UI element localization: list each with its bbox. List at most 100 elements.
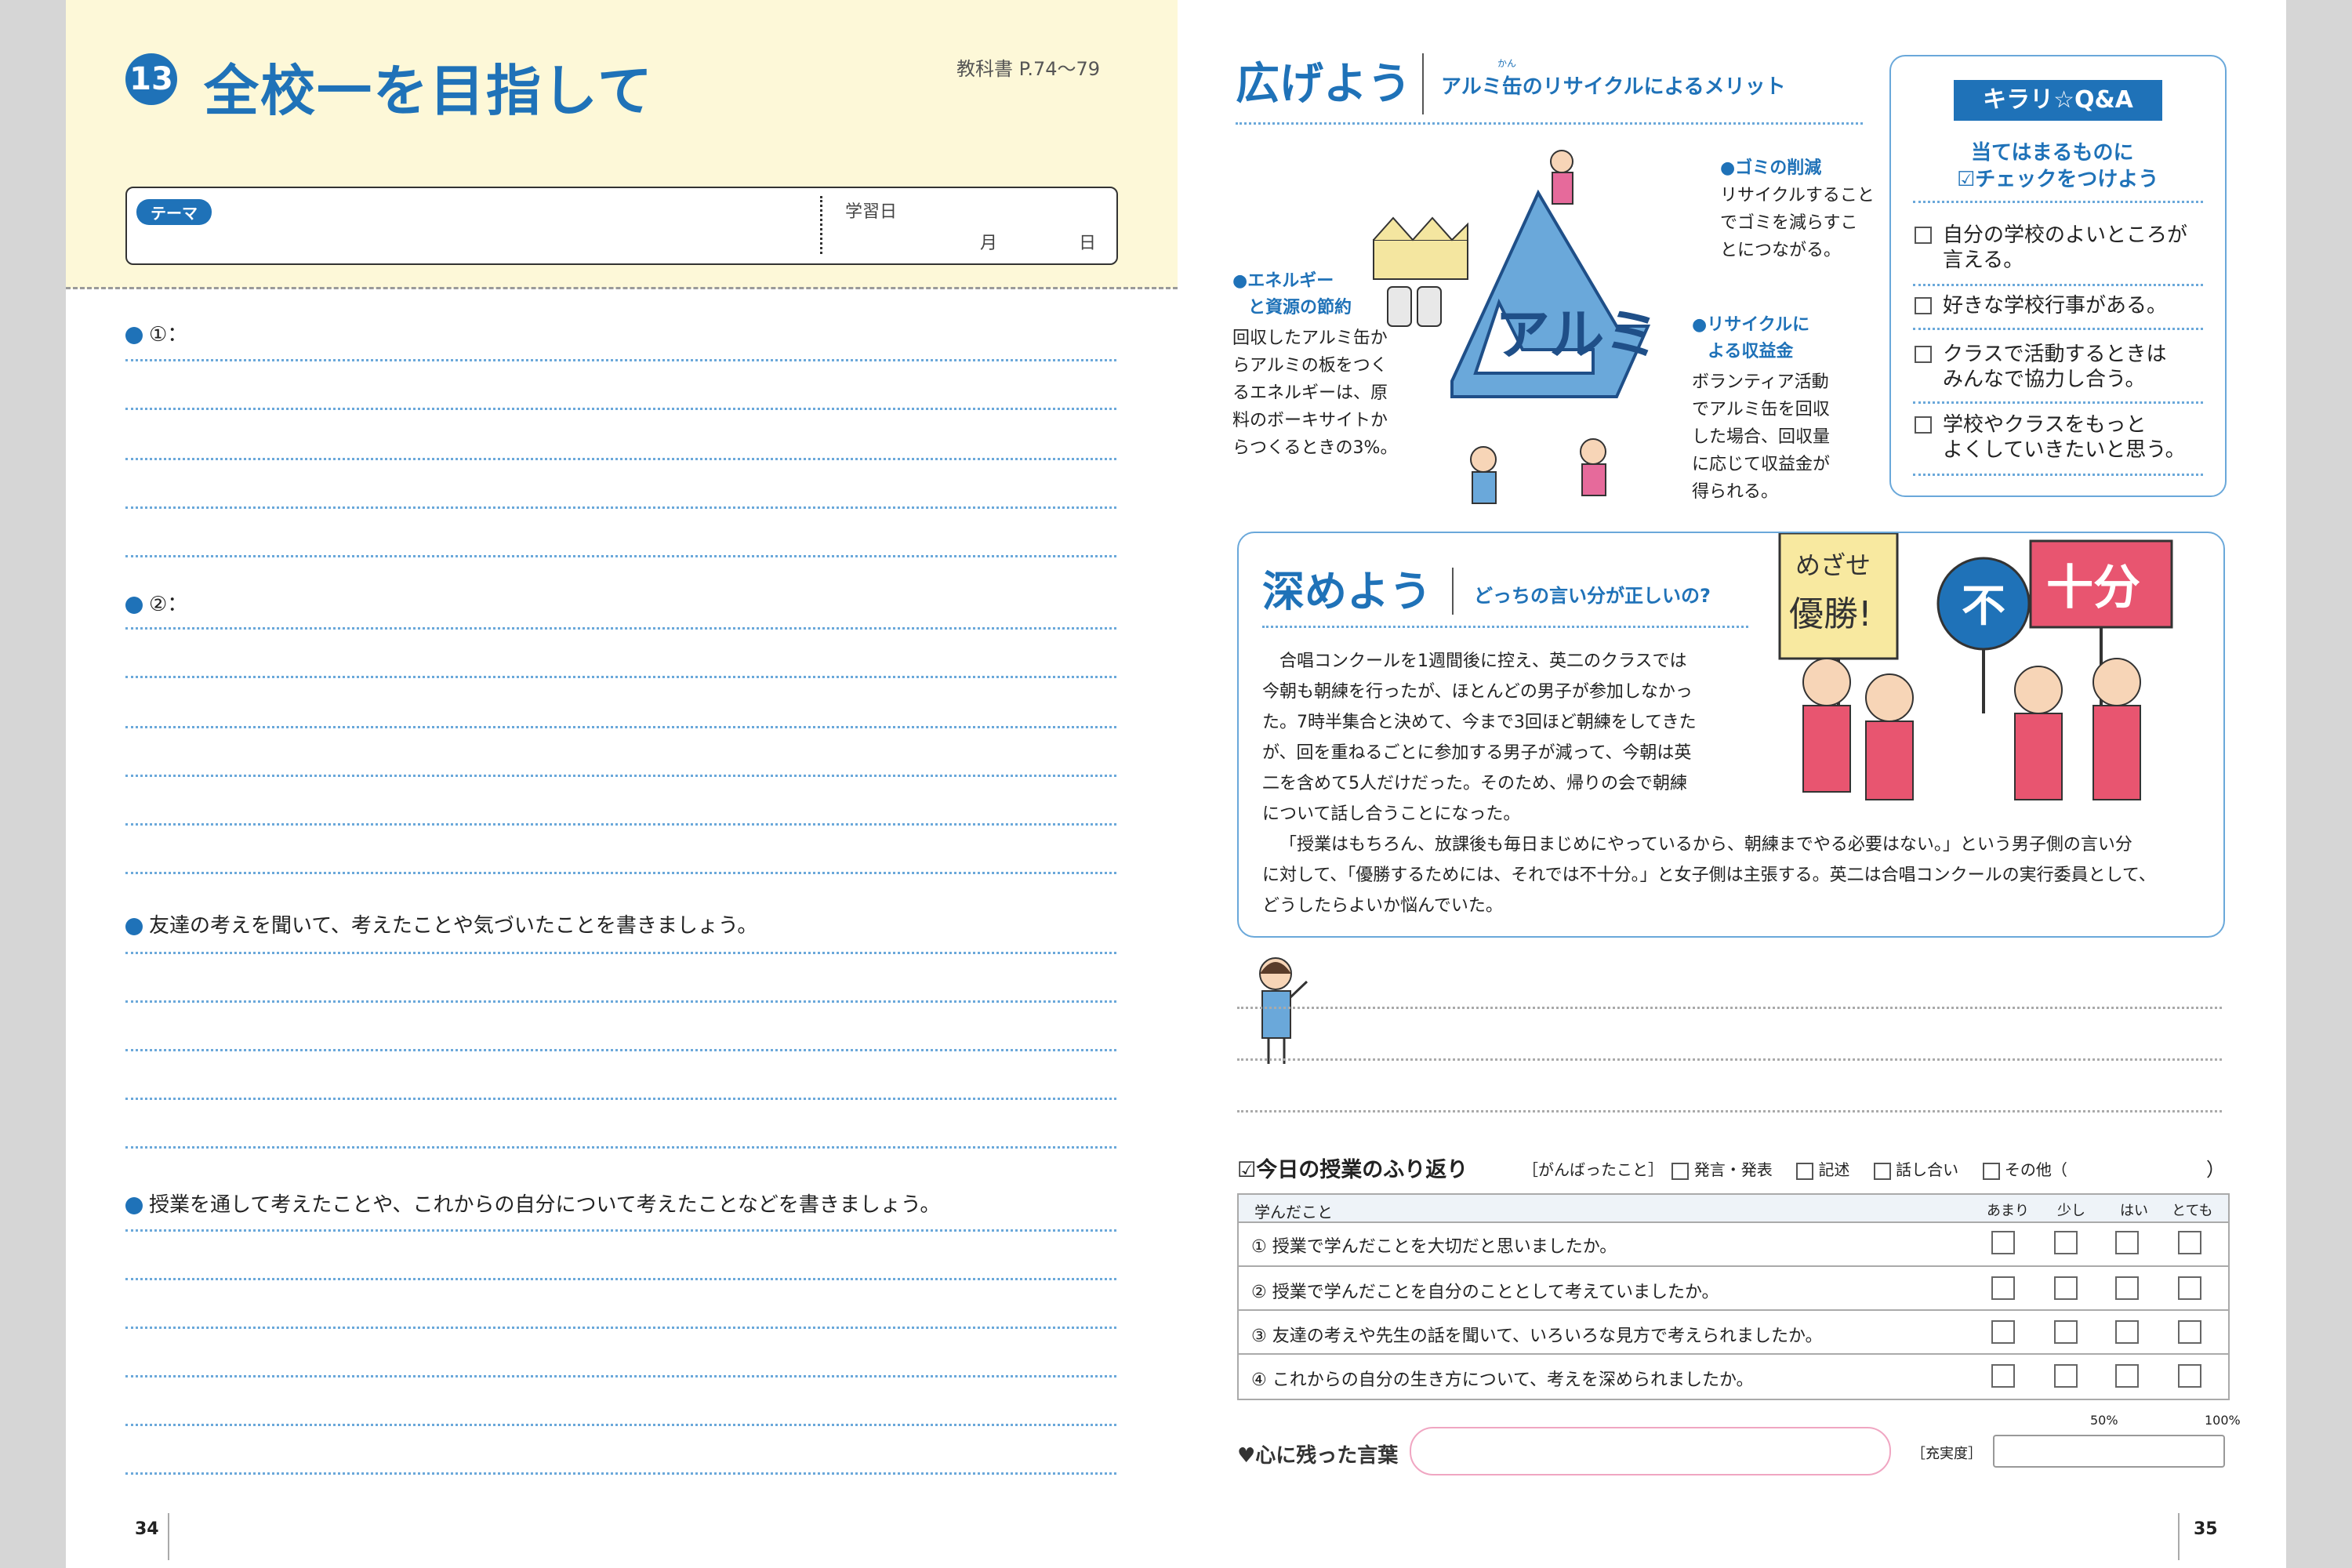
writing-line[interactable] [125, 1098, 1116, 1100]
income-title-line: ●リサイクルに [1692, 315, 1810, 335]
sign-text: 優勝! [1789, 594, 1872, 634]
mark-50: 50% [2090, 1413, 2118, 1428]
writing-line[interactable] [125, 1375, 1116, 1377]
rating-checkbox[interactable] [2178, 1231, 2201, 1254]
heading-divider [1422, 53, 1424, 114]
story-line: について話し合うことになった。 [1262, 804, 1521, 824]
qa-item-text: 好きな学校行事がある。 [1943, 294, 2168, 318]
writing-line[interactable] [125, 1000, 1116, 1003]
table-header: 学んだこと [1254, 1203, 1333, 1221]
mark-100: 100% [2205, 1413, 2241, 1428]
checkbox[interactable] [1915, 297, 1932, 314]
theme-input[interactable] [229, 196, 825, 254]
satisfaction-bar[interactable] [1993, 1435, 2225, 1468]
writing-line[interactable] [125, 1229, 1116, 1232]
prompt-2: ②： [125, 588, 187, 617]
writing-line[interactable] [125, 1278, 1116, 1280]
writing-line[interactable] [125, 555, 1116, 557]
sign-text: 不 [1962, 581, 2005, 632]
study-date-label: 学習日 [845, 202, 898, 222]
prompt-1: ①： [125, 318, 187, 347]
qa-item[interactable]: 好きな学校行事がある。 [1915, 293, 2167, 318]
qa-instruction-1: 当てはまるものに [1971, 141, 2134, 165]
writing-line[interactable] [125, 952, 1116, 954]
writing-line[interactable] [125, 775, 1116, 777]
qa-panel: キラリ☆Q&A 当てはまるものに ☑チェックをつけよう 自分の学校のよいところが… [1889, 55, 2227, 497]
story-text-wide: 「授業はもちろん、放課後も毎日まじめにやっているから、朝練までやる必要はない。」… [1262, 829, 2211, 921]
qa-divider [1913, 401, 2203, 404]
section-dotted-line [1236, 122, 1863, 125]
qa-item[interactable]: 自分の学校のよいところが 言える。 [1915, 223, 2187, 273]
writing-line[interactable] [125, 458, 1116, 460]
recycle-center-text: アルミ [1495, 303, 1659, 367]
page-number-rule [168, 1513, 169, 1560]
qa-item[interactable]: 学校やクラスをもっと よくしていきたいと思う。 [1915, 412, 2186, 463]
writing-line[interactable] [125, 1424, 1116, 1426]
close-paren: ） [2206, 1159, 2225, 1181]
checkbox[interactable] [1915, 227, 1932, 244]
table-row: ③ 友達の考えや先生の話を聞いて、いろいろな見方で考えられましたか。 [1239, 1309, 2228, 1353]
story-line: に対して、「優勝するためには、それでは不十分。」と女子側は主張する。英二は合唱コ… [1262, 866, 2156, 885]
qa-item-text: よくしていきたいと思う。 [1943, 438, 2186, 462]
writing-line[interactable] [1237, 1058, 2222, 1061]
question-text: ② 授業で学んだことを自分のこととして考えていましたか。 [1251, 1283, 1719, 1302]
writing-line[interactable] [125, 1049, 1116, 1051]
writing-line[interactable] [125, 1327, 1116, 1329]
lesson-number-badge: 13 [125, 53, 177, 105]
rating-checkbox[interactable] [2054, 1320, 2078, 1344]
energy-title-line: ●エネルギー [1232, 271, 1334, 291]
writing-line[interactable] [125, 726, 1116, 728]
story-line: 「授業はもちろん、放課後も毎日まじめにやっているから、朝練までやる必要はない。」… [1279, 835, 2132, 855]
review-title: ☑今日の授業のふり返り [1237, 1158, 1468, 1182]
students-icon [1802, 658, 2141, 800]
rating-checkbox[interactable] [2054, 1231, 2078, 1254]
rating-checkbox[interactable] [2054, 1364, 2078, 1388]
rating-checkbox[interactable] [2115, 1320, 2139, 1344]
page-number-rule [2178, 1513, 2180, 1560]
writing-line[interactable] [125, 676, 1116, 678]
income-body-line: ボランティア活動 [1692, 372, 1829, 392]
review-table: 学んだこと あまり 少し はい とても ① 授業で学んだことを大切だと思いました… [1237, 1193, 2230, 1400]
fukameyou-box: 深めよう どっちの言い分が正しいの? 合唱コンクールを1週間後に控え、英二のクラ… [1237, 532, 2225, 938]
rating-checkbox[interactable] [2178, 1320, 2201, 1344]
checkbox[interactable] [1982, 1162, 2000, 1180]
option-label: 記述 [1818, 1160, 1850, 1179]
checkbox[interactable] [1915, 416, 1932, 434]
qa-item[interactable]: クラスで活動するときは みんなで協力し合う。 [1915, 342, 2166, 392]
rating-checkbox[interactable] [1991, 1276, 2015, 1300]
scale-label: とても [2172, 1203, 2213, 1219]
rating-checkbox[interactable] [1991, 1364, 2015, 1388]
writing-line[interactable] [125, 506, 1116, 509]
writing-line[interactable] [125, 359, 1116, 361]
memorable-words-input[interactable] [1410, 1427, 1891, 1475]
rating-checkbox[interactable] [2178, 1364, 2201, 1388]
writing-line[interactable] [125, 872, 1116, 874]
story-text: 合唱コンクールを1週間後に控え、英二のクラスでは 今朝も朝練を行ったが、ほとんど… [1262, 646, 1748, 829]
bullet-icon [125, 596, 143, 614]
rating-checkbox[interactable] [2054, 1276, 2078, 1300]
checkbox[interactable] [1671, 1162, 1690, 1180]
energy-body-line: らアルミの板をつく [1232, 356, 1388, 376]
writing-line[interactable] [125, 627, 1116, 630]
option-label: 話し合い [1896, 1160, 1959, 1179]
rating-checkbox[interactable] [2115, 1364, 2139, 1388]
rating-checkbox[interactable] [1991, 1320, 2015, 1344]
checkbox[interactable] [1796, 1162, 1814, 1180]
rating-checkbox[interactable] [2178, 1276, 2201, 1300]
writing-line[interactable] [125, 1472, 1116, 1475]
writing-line[interactable] [1237, 1110, 2222, 1112]
writing-line[interactable] [125, 1146, 1116, 1149]
date-separator [820, 196, 822, 254]
qa-title: キラリ☆Q&A [1954, 80, 2162, 121]
rating-checkbox[interactable] [2115, 1231, 2139, 1254]
other-input[interactable] [2063, 1152, 2205, 1178]
writing-line[interactable] [125, 408, 1116, 410]
recycle-illustration: アルミ [1373, 150, 1659, 504]
writing-line[interactable] [125, 823, 1116, 826]
rating-checkbox[interactable] [2115, 1276, 2139, 1300]
fukameyou-subheading: どっちの言い分が正しいの? [1474, 585, 1711, 607]
rating-checkbox[interactable] [1991, 1231, 2015, 1254]
checkbox[interactable] [1915, 346, 1932, 363]
checkbox[interactable] [1873, 1162, 1891, 1180]
writing-line[interactable] [1237, 1007, 2222, 1009]
